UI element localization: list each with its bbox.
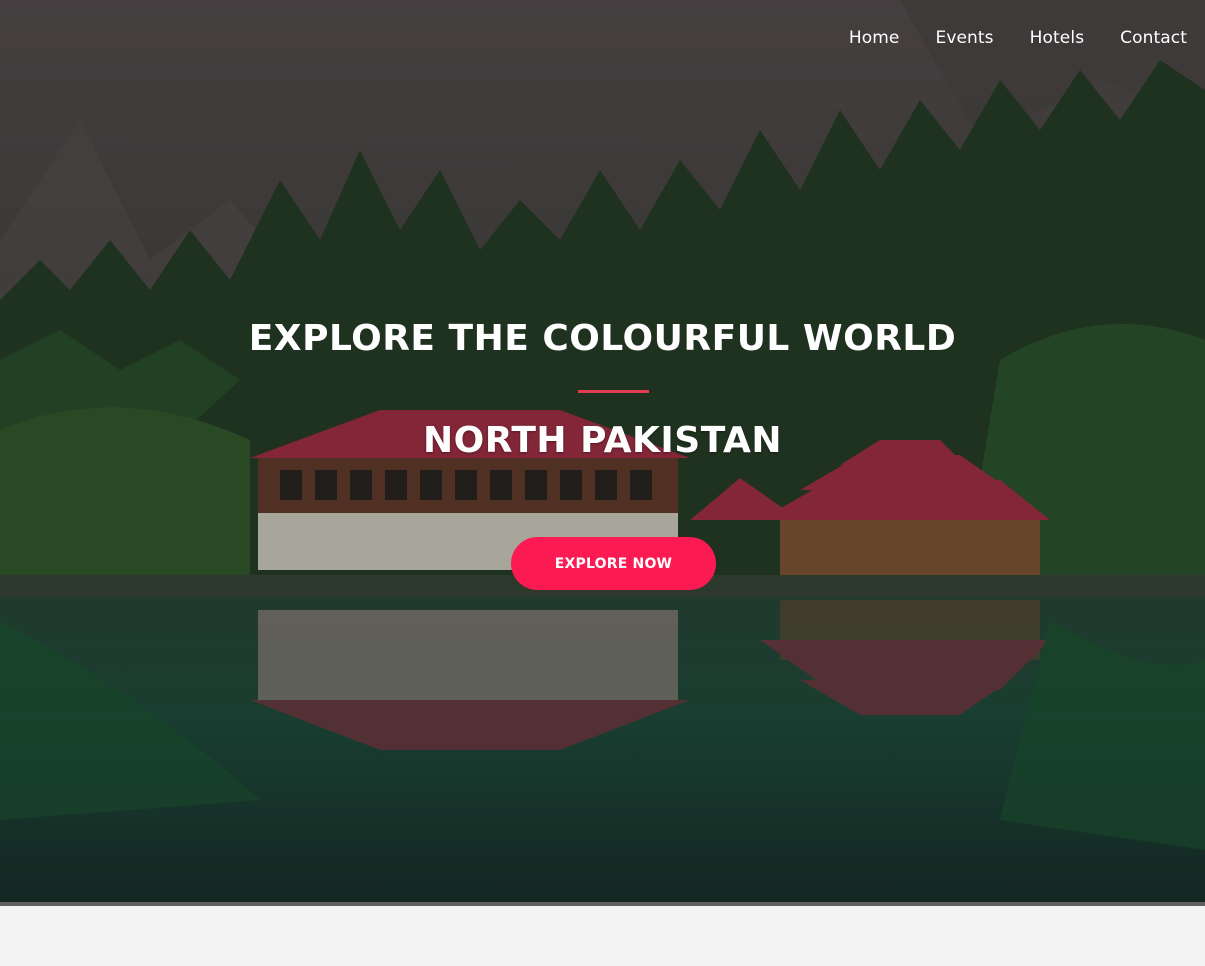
nav-events[interactable]: Events <box>935 28 993 48</box>
nav-home[interactable]: Home <box>849 28 900 48</box>
main-nav: Home Events Hotels Contact <box>849 28 1187 48</box>
hero-section: Home Events Hotels Contact EXPLORE THE C… <box>0 0 1205 902</box>
hero-subtitle: NORTH PAKISTAN <box>423 420 782 461</box>
title-divider <box>578 390 649 393</box>
nav-hotels[interactable]: Hotels <box>1030 28 1085 48</box>
nav-contact[interactable]: Contact <box>1120 28 1187 48</box>
hero-title: EXPLORE THE COLOURFUL WORLD <box>248 318 957 359</box>
explore-now-button[interactable]: EXPLORE NOW <box>511 537 716 590</box>
hero-bottom-border <box>0 902 1205 906</box>
